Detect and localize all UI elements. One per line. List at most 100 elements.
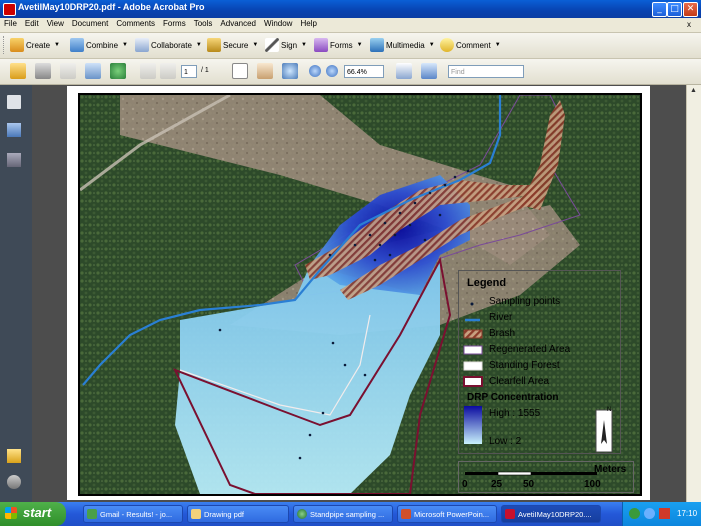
taskbar-item-drawing-pdf[interactable]: Drawing pdf — [187, 505, 289, 523]
scroll-up-icon[interactable]: ▲ — [690, 87, 697, 94]
fit-page-icon[interactable] — [396, 63, 412, 79]
scale-bar: Meters 0 25 50 100 — [458, 461, 634, 493]
legend-river: River — [489, 312, 513, 323]
scale-tick-0: 0 — [462, 479, 468, 490]
combine-button[interactable]: Combine ▼ — [70, 36, 128, 54]
next-page-icon[interactable] — [160, 63, 176, 79]
menu-view[interactable]: View — [43, 18, 68, 29]
print-icon[interactable] — [35, 63, 51, 79]
navigation-toolbar: 1 / 1 66.4% Find — [0, 59, 701, 85]
globe-icon[interactable] — [110, 63, 126, 79]
bookmarks-icon[interactable] — [7, 123, 21, 137]
taskbar-item-acrobat[interactable]: AvetiIMay10DRP20.... — [501, 505, 601, 523]
menu-advanced[interactable]: Advanced — [216, 18, 260, 29]
minimize-button[interactable]: _ — [652, 2, 667, 17]
menu-window[interactable]: Window — [260, 18, 296, 29]
legend-sampling-points: Sampling points — [489, 296, 561, 307]
full-screen-icon[interactable] — [421, 63, 437, 79]
save-icon[interactable] — [60, 63, 76, 79]
hand-tool-icon[interactable] — [257, 63, 273, 79]
zoom-in-icon[interactable] — [326, 65, 338, 77]
previous-page-icon[interactable] — [140, 63, 156, 79]
comment-label: Comment — [456, 40, 491, 50]
system-tray: 17:10 — [622, 502, 701, 526]
chevron-down-icon: ▼ — [494, 42, 501, 48]
secure-button[interactable]: Secure ▼ — [207, 36, 258, 54]
zoom-tool-icon[interactable] — [282, 63, 298, 79]
map-legend: Legend Sampling points River Brash Regen… — [458, 270, 621, 454]
powerpoint-icon — [401, 509, 411, 519]
legend-title: Legend — [467, 277, 507, 289]
vertical-scrollbar[interactable]: ▲ — [686, 85, 701, 502]
task-label: Drawing pdf — [204, 510, 245, 519]
acrobat-icon — [505, 509, 515, 519]
update-icon[interactable] — [644, 508, 655, 519]
task-label: AvetiIMay10DRP20.... — [518, 510, 592, 519]
page-number-input[interactable]: 1 — [181, 65, 197, 78]
signatures-icon[interactable] — [7, 153, 21, 167]
pages-icon[interactable] — [7, 95, 21, 109]
menu-tools[interactable]: Tools — [190, 18, 217, 29]
taskbar-item-powerpoint[interactable]: Microsoft PowerPoin... — [397, 505, 497, 523]
combine-icon — [70, 38, 84, 52]
browser-icon — [87, 509, 97, 519]
task-toolbar: Create ▼ Combine ▼ Collaborate ▼ Secure ▼ Si… — [0, 33, 701, 59]
taskbar-item-standpipe[interactable]: Standpipe sampling ... — [293, 505, 393, 523]
menu-comments[interactable]: Comments — [112, 18, 159, 29]
zoom-level-select[interactable]: 66.4% — [344, 65, 384, 78]
start-button[interactable]: start — [0, 502, 66, 526]
create-button[interactable]: Create ▼ — [10, 36, 60, 54]
menu-edit[interactable]: Edit — [21, 18, 43, 29]
mail-icon[interactable] — [659, 508, 670, 519]
close-button[interactable]: ✕ — [683, 2, 698, 17]
comment-button[interactable]: Comment ▼ — [440, 36, 501, 54]
taskbar-item-gmail[interactable]: Gmail - Results! - jo... — [83, 505, 183, 523]
collaborate-label: Collaborate — [151, 40, 192, 50]
toolbar-grip[interactable] — [3, 36, 7, 54]
forms-button[interactable]: Forms ▼ — [314, 36, 363, 54]
legend-regenerated-area: Regenerated Area — [489, 344, 571, 355]
sign-button[interactable]: Sign ▼ — [265, 36, 307, 54]
find-input[interactable]: Find — [448, 65, 524, 78]
maximize-button[interactable]: □ — [667, 2, 682, 17]
forms-label: Forms — [330, 40, 353, 50]
scale-tick-100: 100 — [584, 479, 601, 490]
task-label: Microsoft PowerPoin... — [414, 510, 490, 519]
attachments-icon[interactable] — [7, 475, 21, 489]
comment-icon — [440, 38, 454, 52]
scale-tick-25: 25 — [491, 479, 503, 490]
scale-units: Meters — [594, 464, 627, 475]
clock[interactable]: 17:10 — [677, 509, 697, 518]
legend-clearfell-area: Clearfell Area — [489, 376, 550, 387]
legend-drp-title: DRP Concentration — [467, 392, 559, 403]
chevron-down-icon: ▼ — [301, 42, 307, 48]
collaborate-button[interactable]: Collaborate ▼ — [135, 36, 202, 54]
menu-file[interactable]: File — [0, 18, 21, 29]
menu-document[interactable]: Document — [68, 18, 112, 29]
multimedia-button[interactable]: Multimedia ▼ — [370, 36, 435, 54]
open-folder-icon[interactable] — [10, 63, 26, 79]
task-label: Standpipe sampling ... — [310, 510, 385, 519]
chevron-down-icon: ▼ — [252, 42, 259, 48]
legend-standing-forest: Standing Forest — [489, 360, 560, 371]
menu-help[interactable]: Help — [296, 18, 320, 29]
chevron-down-icon: ▼ — [54, 42, 60, 48]
comments-icon[interactable] — [7, 449, 21, 463]
secure-label: Secure — [223, 40, 249, 50]
select-tool-icon[interactable] — [232, 63, 248, 79]
zoom-out-icon[interactable] — [309, 65, 321, 77]
network-icon[interactable] — [629, 508, 640, 519]
title-bar: AvetiIMay10DRP20.pdf - Adobe Acrobat Pro… — [0, 0, 701, 18]
north-label: N — [607, 407, 612, 413]
task-label: Gmail - Results! - jo... — [100, 510, 173, 519]
document-close-button[interactable]: x — [683, 19, 695, 30]
create-label: Create — [26, 40, 51, 50]
email-icon[interactable] — [85, 63, 101, 79]
sign-label: Sign — [281, 40, 298, 50]
menu-forms[interactable]: Forms — [159, 18, 190, 29]
legend-drp-low: Low : 2 — [489, 436, 522, 447]
legend-drp-high: High : 1555 — [489, 408, 541, 419]
windows-taskbar: start Gmail - Results! - jo... Drawing p… — [0, 502, 701, 526]
forms-icon — [314, 38, 328, 52]
chevron-down-icon: ▼ — [428, 42, 435, 48]
